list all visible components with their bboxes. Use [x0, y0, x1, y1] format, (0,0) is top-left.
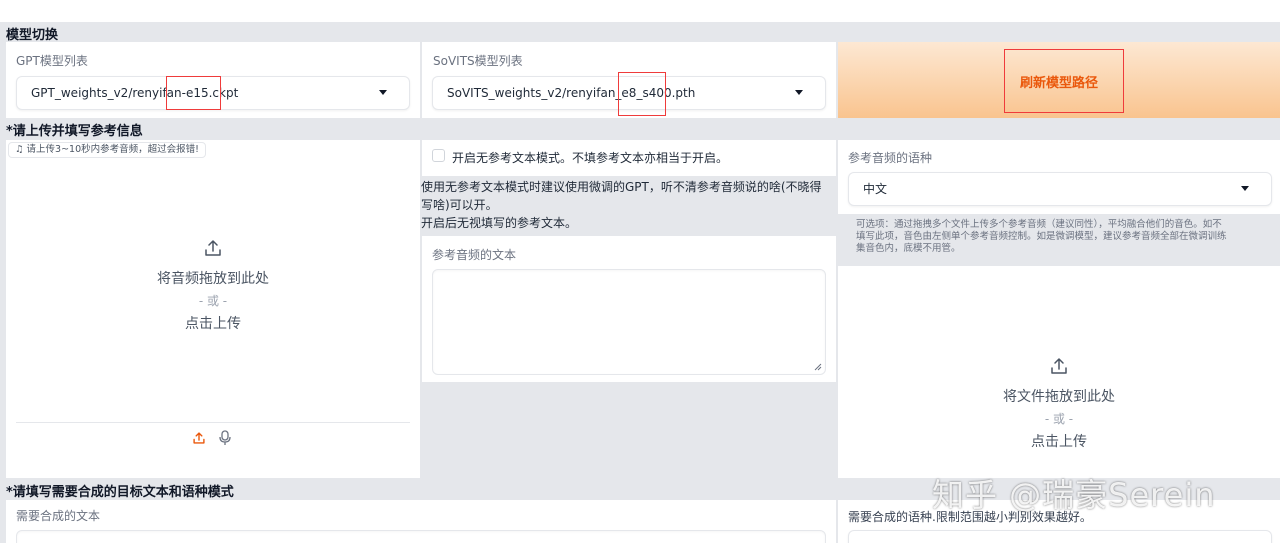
watermark: 知乎 @瑞豪Serein: [932, 476, 1216, 514]
audio-drop-text: 将音频拖放到此处: [157, 271, 269, 287]
file-click-text: 点击上传: [1031, 434, 1087, 450]
target-text-label: 需要合成的文本: [16, 509, 101, 523]
ref-lang-value: 中文: [863, 182, 888, 196]
section-title-model-switch: 模型切换: [6, 28, 59, 43]
audio-upload-label: 请上传3~10秒内参考音频，超过会报错!: [26, 144, 199, 155]
upload-file-button[interactable]: [192, 430, 206, 449]
file-drop-text: 将文件拖放到此处: [1003, 389, 1115, 405]
no-ref-mode-label: 开启无参考文本模式。不填参考文本亦相当于开启。: [452, 151, 729, 165]
ref-text-input[interactable]: [432, 269, 826, 375]
ref-lang-label: 参考音频的语种: [848, 151, 933, 165]
audio-click-text: 点击上传: [185, 316, 241, 332]
highlight-box-gpt-epoch: [166, 76, 221, 110]
target-text-panel: 需要合成的文本: [6, 500, 836, 543]
highlight-box-sovits-step: [618, 72, 666, 116]
ref-lang-dropdown[interactable]: 中文: [848, 172, 1272, 206]
resize-handle-icon[interactable]: [814, 363, 822, 371]
checkbox-box[interactable]: [432, 149, 445, 162]
upload-icon: [193, 432, 205, 444]
ref-text-label: 参考音频的文本: [432, 248, 517, 262]
ref-lang-panel: 参考音频的语种 中文: [838, 140, 1280, 214]
file-drop-zone[interactable]: 将文件拖放到此处 - 或 - 点击上传: [838, 356, 1280, 451]
audio-drop-zone[interactable]: 将音频拖放到此处 - 或 - 点击上传: [6, 238, 420, 333]
no-ref-mode-panel: 开启无参考文本模式。不填参考文本亦相当于开启。: [422, 140, 836, 176]
multi-ref-file-upload[interactable]: 将文件拖放到此处 - 或 - 点击上传: [838, 266, 1280, 478]
no-ref-note-line-3: 开启后无视填写的参考文本。: [421, 216, 578, 230]
microphone-icon: [219, 430, 231, 445]
top-strip: [0, 0, 1280, 22]
upload-icon: [1051, 358, 1067, 374]
gpt-model-label: GPT模型列表: [16, 54, 88, 68]
reference-audio-upload[interactable]: ♫ 请上传3~10秒内参考音频，超过会报错! 将音频拖放到此处 - 或 - 点击…: [6, 140, 420, 478]
no-ref-note-line-1: 使用无参考文本模式时建议使用微调的GPT，听不清参考音频说的啥(不晓得: [421, 180, 822, 194]
record-microphone-button[interactable]: [218, 430, 232, 450]
chevron-down-icon: [379, 90, 387, 95]
no-ref-mode-checkbox[interactable]: 开启无参考文本模式。不填参考文本亦相当于开启。: [432, 149, 728, 166]
target-text-input[interactable]: [16, 530, 826, 543]
multi-ref-hint-line-3: 集音色内，底模不用管。: [856, 243, 961, 254]
multi-ref-hint-line-2: 填写此项，音色由左侧单个参考音频控制。如是微调模型，建议参考音频全部在微调训练: [856, 231, 1227, 242]
audio-or-text: - 或 -: [198, 294, 228, 308]
music-note-icon: ♫: [15, 144, 27, 155]
ref-text-panel: 参考音频的文本: [422, 236, 836, 382]
upload-icon: [205, 240, 221, 256]
target-lang-dropdown[interactable]: [848, 530, 1272, 543]
chevron-down-icon: [1241, 186, 1249, 191]
no-ref-note-line-2: 写啥)可以开。: [421, 198, 498, 212]
no-ref-mode-note: 使用无参考文本模式时建议使用微调的GPT，听不清参考音频说的啥(不晓得 写啥)可…: [421, 178, 835, 232]
section-title-target: *请填写需要合成的目标文本和语种模式: [6, 485, 234, 500]
multi-ref-hint: 可选项：通过拖拽多个文件上传多个参考音频（建议同性），平均融合他们的音色。如不 …: [846, 219, 1276, 255]
divider: [16, 422, 410, 423]
multi-ref-hint-line-1: 可选项：通过拖拽多个文件上传多个参考音频（建议同性），平均融合他们的音色。如不: [856, 219, 1222, 230]
file-or-text: - 或 -: [1044, 412, 1074, 426]
sovits-model-label: SoVITS模型列表: [433, 54, 523, 68]
highlight-box-refresh: [1004, 49, 1124, 113]
audio-upload-badge: ♫ 请上传3~10秒内参考音频，超过会报错!: [8, 142, 206, 158]
chevron-down-icon: [795, 90, 803, 95]
section-title-reference: *请上传并填写参考信息: [6, 124, 143, 139]
